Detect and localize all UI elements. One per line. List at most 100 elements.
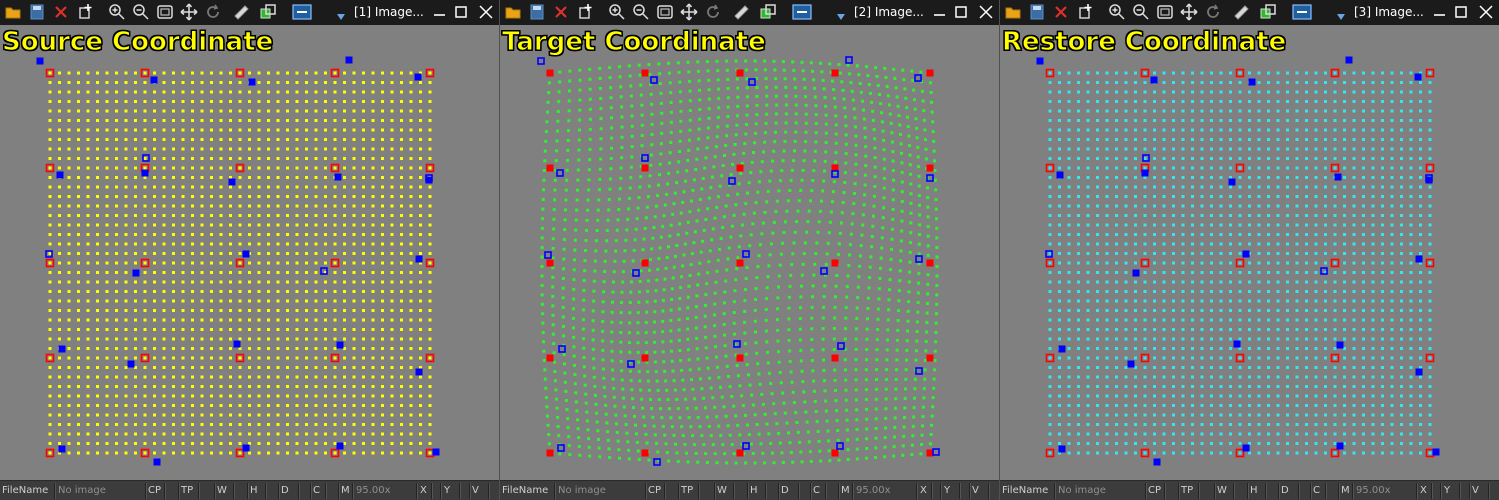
target-control-point[interactable] [242,444,250,452]
window-menu-chevron-down-icon[interactable] [836,7,846,26]
target-control-point[interactable] [336,341,344,349]
close-icon[interactable] [477,3,495,21]
open-folder-icon[interactable] [503,2,523,22]
source-control-point[interactable] [831,449,839,457]
zoom-in-icon[interactable] [1107,2,1127,22]
target-control-point[interactable] [58,345,66,353]
ruler-icon[interactable] [231,2,251,22]
source-control-point[interactable] [546,354,554,362]
ruler-icon[interactable] [731,2,751,22]
view-mode-icon[interactable] [290,2,314,22]
zoom-in-icon[interactable] [107,2,127,22]
target-control-point[interactable] [132,269,140,277]
target-control-point[interactable] [742,442,750,450]
target-control-point[interactable] [650,76,658,84]
source-control-point[interactable] [641,259,649,267]
target-control-point[interactable] [248,78,256,86]
target-control-point[interactable] [127,360,135,368]
image-canvas[interactable] [0,25,499,480]
target-control-point[interactable] [544,251,552,259]
overlay-icon[interactable] [758,2,778,22]
source-control-point[interactable] [736,354,744,362]
target-control-point[interactable] [1248,78,1256,86]
pan-icon[interactable] [1179,2,1199,22]
target-control-point[interactable] [1228,178,1236,186]
target-control-point[interactable] [632,269,640,277]
close-icon[interactable] [1477,3,1495,21]
target-control-point[interactable] [415,368,423,376]
source-control-point[interactable] [641,354,649,362]
window-menu-chevron-down-icon[interactable] [336,7,346,26]
open-folder-icon[interactable] [3,2,23,22]
target-control-point[interactable] [1432,448,1440,456]
source-control-point[interactable] [831,354,839,362]
maximize-icon[interactable] [1452,3,1470,21]
target-control-point[interactable] [56,171,64,179]
source-control-point[interactable] [926,69,934,77]
source-control-point[interactable] [831,69,839,77]
target-control-point[interactable] [914,74,922,82]
maximize-icon[interactable] [952,3,970,21]
minimize-icon[interactable] [431,3,449,21]
rotate-icon[interactable] [703,2,723,22]
target-control-point[interactable] [58,445,66,453]
window-menu-chevron-down-icon[interactable] [1336,7,1346,26]
rotate-icon[interactable] [1203,2,1223,22]
source-control-point[interactable] [641,449,649,457]
source-control-point[interactable] [641,164,649,172]
target-control-point[interactable] [1414,73,1422,81]
target-control-point[interactable] [1056,171,1064,179]
save-icon[interactable] [527,2,547,22]
target-control-point[interactable] [153,458,161,466]
zoom-out-icon[interactable] [1131,2,1151,22]
target-control-point[interactable] [820,267,828,275]
target-control-point[interactable] [1127,360,1135,368]
target-control-point[interactable] [1242,444,1250,452]
zoom-out-icon[interactable] [631,2,651,22]
target-control-point[interactable] [141,169,149,177]
image-canvas[interactable] [500,25,999,480]
save-icon[interactable] [1027,2,1047,22]
overlay-icon[interactable] [258,2,278,22]
overlay-icon[interactable] [1258,2,1278,22]
source-control-point[interactable] [926,354,934,362]
zoom-out-icon[interactable] [131,2,151,22]
source-control-point[interactable] [926,164,934,172]
source-control-point[interactable] [736,164,744,172]
source-control-point[interactable] [546,69,554,77]
target-control-point[interactable] [150,76,158,84]
rotate-icon[interactable] [203,2,223,22]
target-control-point[interactable] [1242,250,1250,258]
source-control-point[interactable] [736,259,744,267]
add-point-icon[interactable] [575,2,595,22]
source-control-point[interactable] [546,164,554,172]
target-control-point[interactable] [1036,57,1044,65]
target-control-point[interactable] [837,342,845,350]
target-control-point[interactable] [334,173,342,181]
pan-icon[interactable] [679,2,699,22]
delete-icon[interactable] [51,2,71,22]
target-control-point[interactable] [1058,445,1066,453]
target-control-point[interactable] [748,78,756,86]
target-control-point[interactable] [414,73,422,81]
source-control-point[interactable] [926,259,934,267]
source-control-point[interactable] [546,259,554,267]
view-mode-icon[interactable] [790,2,814,22]
add-point-icon[interactable] [1075,2,1095,22]
target-control-point[interactable] [336,442,344,450]
target-control-point[interactable] [728,177,736,185]
target-control-point[interactable] [915,255,923,263]
target-control-point[interactable] [345,56,353,64]
target-control-point[interactable] [1150,76,1158,84]
target-control-point[interactable] [432,448,440,456]
view-mode-icon[interactable] [1290,2,1314,22]
image-canvas[interactable] [1000,25,1499,480]
target-control-point[interactable] [233,340,241,348]
target-control-point[interactable] [1153,458,1161,466]
target-control-point[interactable] [558,345,566,353]
save-icon[interactable] [27,2,47,22]
minimize-icon[interactable] [1431,3,1449,21]
open-folder-icon[interactable] [1003,2,1023,22]
target-control-point[interactable] [415,255,423,263]
target-control-point[interactable] [1141,169,1149,177]
